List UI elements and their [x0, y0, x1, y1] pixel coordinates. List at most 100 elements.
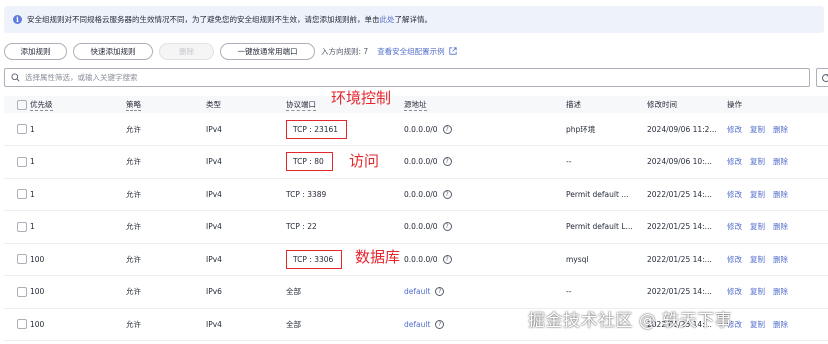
table-row: 1 允许 IPv4 TCP : 22 0.0.0.0/0? Permit default … — [4, 210, 828, 244]
delete-link[interactable]: 删除 — [773, 222, 788, 231]
cell-priority: 1 — [30, 178, 126, 211]
quick-add-rule-button[interactable]: 快速添加规则 — [73, 42, 153, 60]
header-modified: 修改时间 — [647, 96, 727, 113]
help-icon[interactable]: ? — [442, 157, 452, 167]
copy-link[interactable]: 复制 — [750, 222, 765, 231]
cell-source: 0.0.0.0/0 — [404, 222, 438, 232]
edit-link[interactable]: 修改 — [727, 287, 742, 296]
highlighted-port: TCP : 80 — [286, 152, 333, 172]
cell-source: 0.0.0.0/0 — [404, 124, 438, 134]
copy-link[interactable]: 复制 — [750, 157, 765, 166]
edit-link[interactable]: 修改 — [727, 222, 742, 231]
cell-priority: 1 — [30, 145, 126, 179]
source-link[interactable]: default — [404, 287, 430, 296]
cell-policy: 允许 — [126, 275, 206, 309]
table-row: 100 允许 IPv4 TCP : 3306 0.0.0.0/0? mysql 2022/0… — [4, 243, 828, 276]
annotation-access: 访问 — [349, 152, 380, 170]
row-checkbox[interactable] — [17, 189, 27, 200]
row-checkbox[interactable] — [17, 221, 27, 232]
cell-priority: 100 — [30, 243, 126, 276]
copy-link[interactable]: 复制 — [750, 255, 765, 264]
table-row: 100 允许 IPv6 全部 default? -- 2022/01/25 14:... 修改… — [4, 275, 828, 309]
header-actions: 操作 — [727, 96, 828, 113]
external-link-icon — [449, 47, 457, 55]
search-input[interactable]: 选择属性筛选，或输入关键字搜索 — [4, 68, 810, 87]
copy-link[interactable]: 复制 — [750, 125, 765, 134]
row-checkbox[interactable] — [17, 124, 27, 134]
cell-modified: 2022/01/25 14:... — [647, 210, 727, 244]
inbound-rule-count: 入方向规则: 7 — [321, 46, 369, 56]
row-checkbox[interactable] — [17, 254, 27, 265]
help-icon[interactable]: ? — [442, 124, 452, 134]
cell-description: Permit default ... — [566, 178, 647, 211]
annotation-env-control: 环境控制 — [331, 89, 392, 107]
delete-link[interactable]: 删除 — [773, 190, 788, 199]
cell-type: IPv4 — [206, 113, 286, 146]
copy-link[interactable]: 复制 — [750, 190, 765, 199]
cell-modified: 2022/01/25 14:... — [647, 243, 727, 276]
delete-button[interactable]: 删除 — [159, 42, 214, 60]
add-rule-button[interactable]: 添加规则 — [4, 42, 67, 60]
cell-port: TCP : 3389 — [286, 189, 327, 199]
toolbar: 添加规则 快速添加规则 删除 一键放通常用端口 入方向规则: 7 查看安全组配置… — [4, 42, 457, 60]
help-icon[interactable]: ? — [435, 319, 445, 329]
table-header: 优先级 策略 类型 协议端口 源地址 描述 修改时间 操作 — [4, 96, 828, 113]
refresh-icon — [822, 73, 828, 82]
notice-link[interactable]: 此处 — [380, 15, 395, 24]
example-link[interactable]: 查看安全组配置示例 — [377, 46, 457, 57]
delete-link[interactable]: 删除 — [773, 287, 788, 296]
delete-link[interactable]: 删除 — [773, 157, 788, 166]
delete-link[interactable]: 删除 — [773, 255, 788, 264]
cell-policy: 允许 — [126, 308, 206, 341]
help-icon[interactable]: ? — [442, 189, 452, 199]
table-row: 1 允许 IPv4 TCP : 3389 0.0.0.0/0? Permit defaul… — [4, 178, 828, 211]
header-policy: 策略 — [126, 96, 206, 113]
search-placeholder: 选择属性筛选，或输入关键字搜索 — [25, 73, 138, 82]
select-all-checkbox[interactable] — [17, 99, 27, 110]
cell-description: Permit default L... — [566, 210, 647, 244]
notice-banner: i 安全组规则对不同规格云服务器的生效情况不同，为了避免您的安全组规则不生效，请… — [4, 6, 824, 33]
cell-type: IPv4 — [206, 308, 286, 341]
cell-port: TCP : 22 — [286, 222, 317, 232]
row-checkbox[interactable] — [17, 286, 27, 297]
highlighted-port: TCP : 3306 — [286, 249, 343, 269]
cell-priority: 100 — [30, 275, 126, 309]
cell-policy: 允许 — [126, 243, 206, 276]
cell-modified: 2024/09/06 11:2... — [647, 113, 727, 146]
open-common-ports-button[interactable]: 一键放通常用端口 — [220, 42, 315, 60]
row-checkbox[interactable] — [17, 319, 27, 330]
source-link[interactable]: default — [404, 320, 430, 329]
cell-modified: 2022/01/25 14:... — [647, 275, 727, 309]
edit-link[interactable]: 修改 — [727, 157, 742, 166]
header-description: 描述 — [566, 96, 647, 113]
cell-type: IPv6 — [206, 275, 286, 309]
copy-link[interactable]: 复制 — [750, 287, 765, 296]
cell-description: -- — [566, 275, 647, 309]
cell-policy: 允许 — [126, 178, 206, 211]
edit-link[interactable]: 修改 — [727, 125, 742, 134]
row-checkbox[interactable] — [17, 156, 27, 167]
help-icon[interactable]: ? — [442, 222, 452, 232]
edit-link[interactable]: 修改 — [727, 190, 742, 199]
cell-port: 全部 — [286, 319, 301, 329]
cell-priority: 100 — [30, 308, 126, 341]
watermark: 掘金技术社区 @ 轶天下事 — [528, 311, 733, 331]
cell-type: IPv4 — [206, 210, 286, 244]
cell-type: IPv4 — [206, 145, 286, 179]
edit-link[interactable]: 修改 — [727, 255, 742, 264]
help-icon[interactable]: ? — [442, 254, 452, 264]
table-row: 1 允许 IPv4 TCP : 80 0.0.0.0/0? -- 2024/09/06 10… — [4, 145, 828, 179]
header-priority[interactable]: 优先级 — [30, 96, 126, 113]
cell-description: -- — [566, 145, 647, 179]
cell-type: IPv4 — [206, 243, 286, 276]
delete-link[interactable]: 删除 — [773, 125, 788, 134]
cell-policy: 允许 — [126, 145, 206, 179]
delete-link[interactable]: 删除 — [773, 320, 788, 329]
cell-source: 0.0.0.0/0 — [404, 189, 438, 199]
cell-policy: 允许 — [126, 210, 206, 244]
refresh-button[interactable] — [816, 68, 828, 87]
help-icon[interactable]: ? — [435, 287, 445, 297]
cell-source: 0.0.0.0/0 — [404, 157, 438, 167]
highlighted-port: TCP : 23161 — [286, 119, 348, 139]
copy-link[interactable]: 复制 — [750, 320, 765, 329]
